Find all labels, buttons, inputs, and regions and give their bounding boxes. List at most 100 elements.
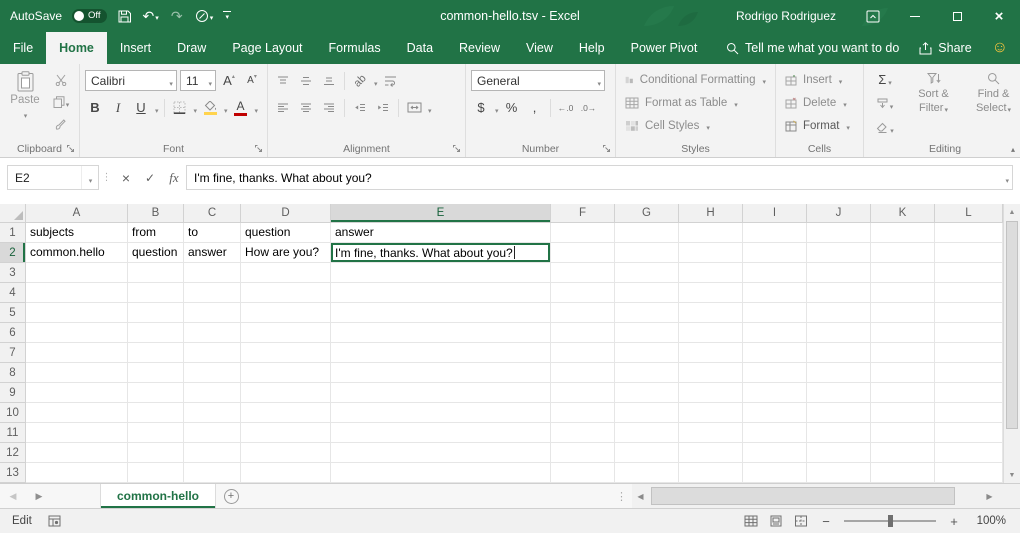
cell[interactable] bbox=[615, 403, 679, 423]
undo-button[interactable]: ↶▾ bbox=[143, 5, 159, 27]
cell[interactable] bbox=[184, 303, 241, 323]
decrease-font-size-button[interactable]: A▾ bbox=[242, 70, 262, 91]
borders-dropdown-icon[interactable] bbox=[193, 99, 198, 117]
cell[interactable] bbox=[935, 363, 1003, 383]
cell-B2[interactable]: question bbox=[128, 243, 184, 263]
zoom-out-button[interactable]: − bbox=[819, 515, 833, 528]
column-header-e[interactable]: E bbox=[331, 204, 551, 223]
cell[interactable] bbox=[128, 263, 184, 283]
column-header-c[interactable]: C bbox=[184, 204, 241, 223]
cell[interactable] bbox=[26, 463, 128, 483]
cell[interactable] bbox=[871, 323, 935, 343]
ink-pen-dropdown-icon[interactable]: ▾ bbox=[210, 14, 214, 22]
cell[interactable] bbox=[331, 423, 551, 443]
cell[interactable] bbox=[551, 303, 615, 323]
align-left-button[interactable] bbox=[273, 97, 293, 118]
cell[interactable] bbox=[807, 443, 871, 463]
row-header-4[interactable]: 4 bbox=[0, 283, 26, 303]
cell[interactable] bbox=[551, 243, 615, 263]
cell[interactable] bbox=[615, 223, 679, 243]
cell[interactable] bbox=[871, 463, 935, 483]
cell[interactable] bbox=[241, 363, 331, 383]
cell[interactable] bbox=[871, 303, 935, 323]
cell[interactable] bbox=[551, 403, 615, 423]
cell[interactable] bbox=[807, 383, 871, 403]
cell[interactable] bbox=[679, 463, 743, 483]
autosum-button[interactable]: Σ bbox=[869, 68, 901, 90]
name-box[interactable]: E2 bbox=[7, 165, 99, 190]
horizontal-scrollbar-thumb[interactable] bbox=[651, 487, 955, 505]
page-layout-view-button[interactable] bbox=[769, 515, 783, 527]
font-color-button[interactable]: A bbox=[231, 97, 251, 118]
format-as-table-button[interactable]: Format as Table bbox=[621, 91, 770, 114]
row-header-11[interactable]: 11 bbox=[0, 423, 26, 443]
scroll-up-icon[interactable]: ▲ bbox=[1004, 204, 1020, 220]
cell[interactable] bbox=[26, 303, 128, 323]
tab-help[interactable]: Help bbox=[566, 32, 618, 64]
cell[interactable] bbox=[331, 403, 551, 423]
cell[interactable] bbox=[184, 403, 241, 423]
cell[interactable] bbox=[615, 463, 679, 483]
bottom-align-button[interactable] bbox=[319, 70, 339, 91]
cell[interactable] bbox=[26, 343, 128, 363]
cell[interactable] bbox=[615, 383, 679, 403]
row-header-12[interactable]: 12 bbox=[0, 443, 26, 463]
cell[interactable] bbox=[743, 303, 807, 323]
cell[interactable] bbox=[26, 323, 128, 343]
cell[interactable] bbox=[551, 343, 615, 363]
cell-D1[interactable]: question bbox=[241, 223, 331, 243]
cell[interactable] bbox=[935, 463, 1003, 483]
cell[interactable] bbox=[26, 283, 128, 303]
row-header-9[interactable]: 9 bbox=[0, 383, 26, 403]
cell[interactable] bbox=[241, 343, 331, 363]
cell[interactable] bbox=[871, 283, 935, 303]
active-cell-E2[interactable]: I'm fine, thanks. What about you? bbox=[331, 243, 551, 263]
italic-button[interactable]: I bbox=[108, 97, 128, 118]
tab-scrollbar-splitter[interactable]: ⋮ bbox=[616, 490, 627, 503]
cell[interactable] bbox=[679, 303, 743, 323]
cell[interactable] bbox=[184, 443, 241, 463]
cell[interactable] bbox=[743, 463, 807, 483]
row-header-5[interactable]: 5 bbox=[0, 303, 26, 323]
sheet-tab-common-hello[interactable]: common-hello bbox=[100, 484, 216, 508]
cell[interactable] bbox=[935, 303, 1003, 323]
cell[interactable] bbox=[331, 463, 551, 483]
cell[interactable] bbox=[615, 243, 679, 263]
feedback-smiley-icon[interactable]: ☺ bbox=[992, 40, 1008, 56]
cell[interactable] bbox=[551, 423, 615, 443]
font-name-dropdown-icon[interactable] bbox=[168, 74, 173, 88]
cell[interactable] bbox=[743, 443, 807, 463]
cell[interactable] bbox=[615, 443, 679, 463]
cell[interactable] bbox=[935, 383, 1003, 403]
cell[interactable] bbox=[807, 243, 871, 263]
align-right-button[interactable] bbox=[319, 97, 339, 118]
cell[interactable] bbox=[26, 263, 128, 283]
cell[interactable] bbox=[743, 383, 807, 403]
cancel-button[interactable]: × bbox=[114, 165, 138, 190]
cell[interactable] bbox=[679, 383, 743, 403]
cell[interactable] bbox=[184, 363, 241, 383]
cell[interactable] bbox=[679, 423, 743, 443]
cell[interactable] bbox=[241, 423, 331, 443]
align-center-button[interactable] bbox=[296, 97, 316, 118]
fill-color-button[interactable] bbox=[200, 97, 220, 118]
insert-function-button[interactable]: fx bbox=[162, 165, 186, 190]
cell[interactable] bbox=[807, 343, 871, 363]
cell[interactable] bbox=[184, 263, 241, 283]
row-header-10[interactable]: 10 bbox=[0, 403, 26, 423]
cell[interactable] bbox=[807, 263, 871, 283]
cell[interactable] bbox=[241, 403, 331, 423]
cell[interactable] bbox=[184, 423, 241, 443]
cell[interactable] bbox=[128, 423, 184, 443]
clipboard-dialog-launcher[interactable] bbox=[66, 144, 77, 155]
cell[interactable] bbox=[241, 463, 331, 483]
cell-A1[interactable]: subjects bbox=[26, 223, 128, 243]
cell[interactable] bbox=[935, 443, 1003, 463]
cell[interactable] bbox=[331, 343, 551, 363]
cell[interactable] bbox=[679, 363, 743, 383]
paste-button[interactable]: Paste bbox=[5, 68, 45, 133]
cell[interactable] bbox=[551, 223, 615, 243]
number-format-dropdown-icon[interactable] bbox=[596, 74, 601, 88]
close-button[interactable]: × bbox=[978, 0, 1020, 32]
vertical-scrollbar-thumb[interactable] bbox=[1006, 221, 1018, 429]
